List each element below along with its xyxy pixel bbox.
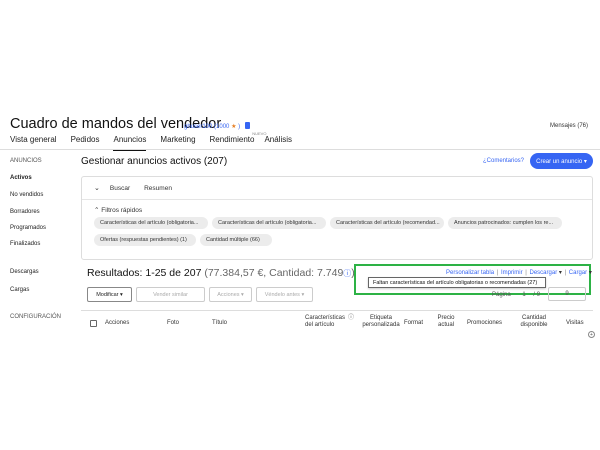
sidebar-item-descargas[interactable]: Descargas (10, 269, 39, 275)
link-separator: | (496, 270, 499, 276)
tab-rendimiento-label: Rendimiento (209, 135, 255, 144)
sidebar-item-borradores[interactable]: Borradores (10, 209, 40, 215)
search-panel: ⌄ Buscar Resumen ⌃ Filtros rápidos Carac… (81, 176, 593, 260)
sidebar-item-finalizados[interactable]: Finalizados (10, 241, 40, 247)
page-total: / 9 (533, 292, 541, 298)
col-caracteristicas[interactable]: Características del artículo (305, 315, 347, 329)
filter-chip[interactable]: Anuncios patrocinados: cumplen los re... (448, 217, 562, 229)
results-summary: Resultados: 1-25 de 207 (77.384,57 €, Ca… (87, 267, 355, 279)
customize-table-link[interactable]: Personalizar tabla (446, 270, 494, 276)
col-titulo[interactable]: Título (212, 320, 227, 327)
pagination: Página 1 / 9 (492, 292, 540, 298)
sidebar-section-anuncios: ANUNCIOS (10, 158, 42, 164)
col-visitas[interactable]: Visitas (566, 320, 584, 327)
nav-divider (0, 149, 600, 150)
quick-filters-toggle[interactable]: ⌃ Filtros rápidos (94, 206, 142, 214)
col-formato[interactable]: Format (404, 320, 423, 327)
sell-similar-button[interactable]: Vender similar (136, 287, 205, 302)
sidebar-item-programados[interactable]: Programados (10, 225, 46, 231)
panel-divider (82, 199, 592, 200)
col-acciones[interactable]: Acciones (105, 320, 129, 327)
section-title: Gestionar anuncios activos (207) (81, 156, 228, 167)
filter-chip[interactable]: Ofertas (respuestas pendientes) (1) (94, 234, 196, 246)
results-totals: (77.384,57 €, Cantidad: 7.749 (201, 267, 344, 279)
table-links: Personalizar tabla | Imprimir | Descarga… (446, 269, 592, 276)
feedback-score: (1000 (214, 124, 230, 130)
page-label: Página (492, 292, 511, 298)
sidebar-item-no-vendidos[interactable]: No vendidos (10, 192, 43, 198)
tab-resumen[interactable]: Resumen (144, 185, 172, 192)
page-number: 1 (522, 292, 526, 298)
badge-icon (244, 122, 250, 129)
page-input[interactable]: 9 (548, 287, 586, 301)
star-icon: ★ (231, 124, 237, 130)
filter-chip[interactable]: Características del artículo (obligatori… (212, 217, 326, 229)
col-etiqueta[interactable]: Etiqueta personalizada (361, 315, 401, 329)
tab-buscar[interactable]: Buscar (110, 185, 130, 192)
seller-hub-screenshot: Cuadro de mandos del vendedor ghuser100 … (0, 110, 600, 340)
print-link[interactable]: Imprimir (501, 270, 523, 276)
select-all-checkbox[interactable] (90, 320, 97, 327)
upload-link[interactable]: Cargar (569, 270, 587, 276)
feedback-close: ) (238, 124, 241, 130)
username[interactable]: ghuser100 (184, 124, 212, 130)
link-separator: | (525, 270, 527, 276)
filter-chip[interactable]: Cantidad múltiple (66) (200, 234, 272, 246)
sell-faster-button[interactable]: Véndelo antes ▾ (256, 287, 313, 302)
col-cantidad[interactable]: Cantidad disponible (519, 315, 549, 329)
expand-icon[interactable]: + (588, 331, 595, 338)
chevron-down-icon[interactable]: ▾ (559, 270, 562, 276)
modify-button[interactable]: Modificar ▾ (87, 287, 132, 302)
results-count: Resultados: 1-25 de 207 (87, 267, 202, 279)
link-separator: | (564, 270, 567, 276)
col-promociones[interactable]: Promociones (467, 320, 502, 327)
download-link[interactable]: Descargar (530, 270, 558, 276)
chevron-down-icon[interactable]: ▾ (589, 270, 592, 276)
filter-chip[interactable]: Características del artículo (obligatori… (94, 217, 208, 229)
missing-specifics-tooltip: Faltan características del artículo obli… (368, 277, 546, 288)
feedback-link[interactable]: ¿Comentarios? (483, 158, 524, 164)
table-header: Acciones Foto Título Características del… (81, 310, 593, 338)
user-info[interactable]: ghuser100 (1000 ★ ) (184, 122, 250, 130)
chevron-down-icon[interactable]: ⌄ (94, 184, 100, 192)
filter-chip[interactable]: Características del artículo (recomendad… (330, 217, 444, 229)
col-precio[interactable]: Precio actual (434, 315, 458, 329)
panel-tabs: ⌄ Buscar Resumen (94, 184, 186, 193)
messages-link[interactable]: Mensajes (76) (550, 123, 588, 129)
sidebar-item-cargas[interactable]: Cargas (10, 287, 29, 293)
sidebar-section-configuracion: CONFIGURACIÓN (10, 314, 61, 320)
col-foto[interactable]: Foto (167, 320, 179, 327)
info-icon[interactable]: ⓘ (348, 315, 354, 322)
sidebar-item-activos[interactable]: Activos (10, 175, 32, 181)
actions-button[interactable]: Acciones ▾ (209, 287, 252, 302)
create-listing-button[interactable]: Crear un anuncio ▾ (530, 153, 593, 169)
